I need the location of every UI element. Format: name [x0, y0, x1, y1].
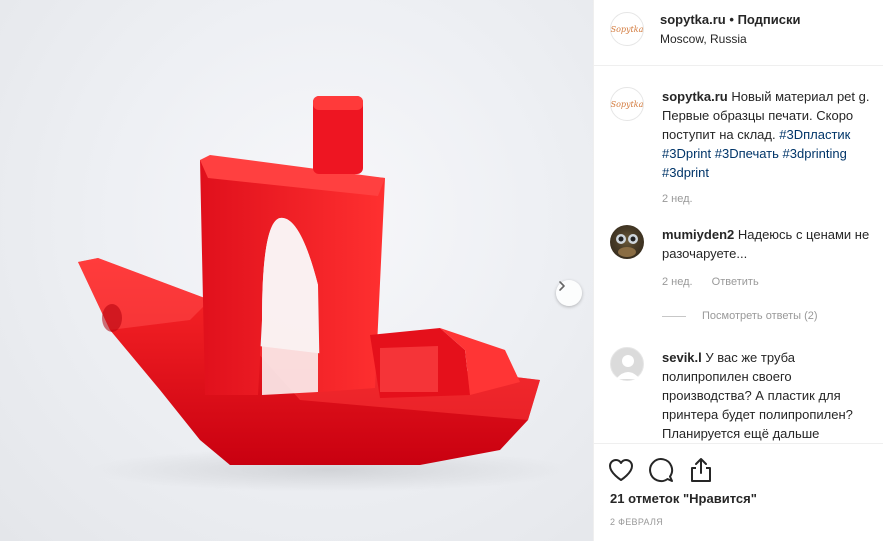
like-button[interactable]: [607, 456, 635, 484]
header-username[interactable]: sopytka.ru: [660, 12, 726, 27]
replies-divider: [662, 315, 686, 317]
caption-meta: 2 нед.: [662, 193, 709, 205]
hashtag[interactable]: #3dprint: [662, 165, 709, 180]
caption-time[interactable]: 2 нед.: [662, 193, 693, 205]
caption-avatar[interactable]: Sopytka: [610, 87, 644, 121]
comment-button[interactable]: [647, 456, 675, 484]
comment-avatar[interactable]: [610, 225, 644, 259]
caption: sopytka.ru Новый материал pet g. Первые …: [662, 87, 880, 182]
comment-username[interactable]: sevik.l: [662, 350, 702, 365]
chevron-right-icon: [559, 281, 565, 291]
comment-time[interactable]: 2 нед.: [662, 276, 693, 288]
comment-avatar[interactable]: [610, 347, 644, 381]
header-user-line: sopytka.ru • Подписки: [660, 12, 801, 27]
caption-avatar-logo-text: Sopytka: [610, 99, 644, 109]
post-header: Sopytka sopytka.ru • Подписки Moscow, Ru…: [594, 0, 883, 66]
default-user-icon: [616, 355, 640, 379]
location-link[interactable]: Moscow, Russia: [660, 32, 747, 46]
avatar[interactable]: Sopytka: [610, 12, 644, 46]
comment: sevik.l У вас же труба полипропилен свое…: [662, 348, 880, 442]
heart-icon: [609, 459, 633, 481]
share-button[interactable]: [687, 456, 715, 484]
hashtag[interactable]: #3Dпечать: [715, 146, 779, 161]
red-3d-printed-boat-image: [78, 96, 570, 492]
hashtag[interactable]: #3Dпластик: [779, 127, 850, 142]
comment-meta: 2 нед. Ответить: [662, 276, 775, 288]
instagram-post-view: Sopytka sopytka.ru • Подписки Moscow, Ru…: [0, 0, 883, 541]
comment-bubble-icon: [649, 458, 673, 482]
reply-button[interactable]: Ответить: [712, 276, 759, 288]
likes-count[interactable]: 21 отметок "Нравится": [610, 491, 757, 506]
next-photo-button[interactable]: [556, 280, 582, 306]
comment: mumiyden2 Надеюсь с ценами не разочарует…: [662, 225, 880, 263]
view-replies-label: Посмотреть ответы (2): [702, 310, 818, 322]
hashtag[interactable]: #3Dprint: [662, 146, 711, 161]
post-actions: 21 отметок "Нравится" 2 ФЕВРАЛЯ: [594, 443, 883, 541]
share-icon: [691, 458, 711, 482]
post-photo[interactable]: [0, 0, 593, 541]
view-replies-button[interactable]: Посмотреть ответы (2): [662, 310, 818, 322]
avatar-logo-text: Sopytka: [610, 24, 644, 34]
binoculars-icon: [616, 234, 638, 257]
post-side-panel: Sopytka sopytka.ru • Подписки Moscow, Ru…: [593, 0, 883, 541]
header-separator: •: [729, 12, 734, 27]
comments-list: Sopytka sopytka.ru Новый материал pet g.…: [594, 67, 883, 442]
comment-username[interactable]: mumiyden2: [662, 227, 734, 242]
hashtag[interactable]: #3dprinting: [783, 146, 847, 161]
post-date[interactable]: 2 ФЕВРАЛЯ: [610, 517, 663, 527]
caption-username[interactable]: sopytka.ru: [662, 89, 728, 104]
follow-button[interactable]: Подписки: [738, 12, 801, 27]
